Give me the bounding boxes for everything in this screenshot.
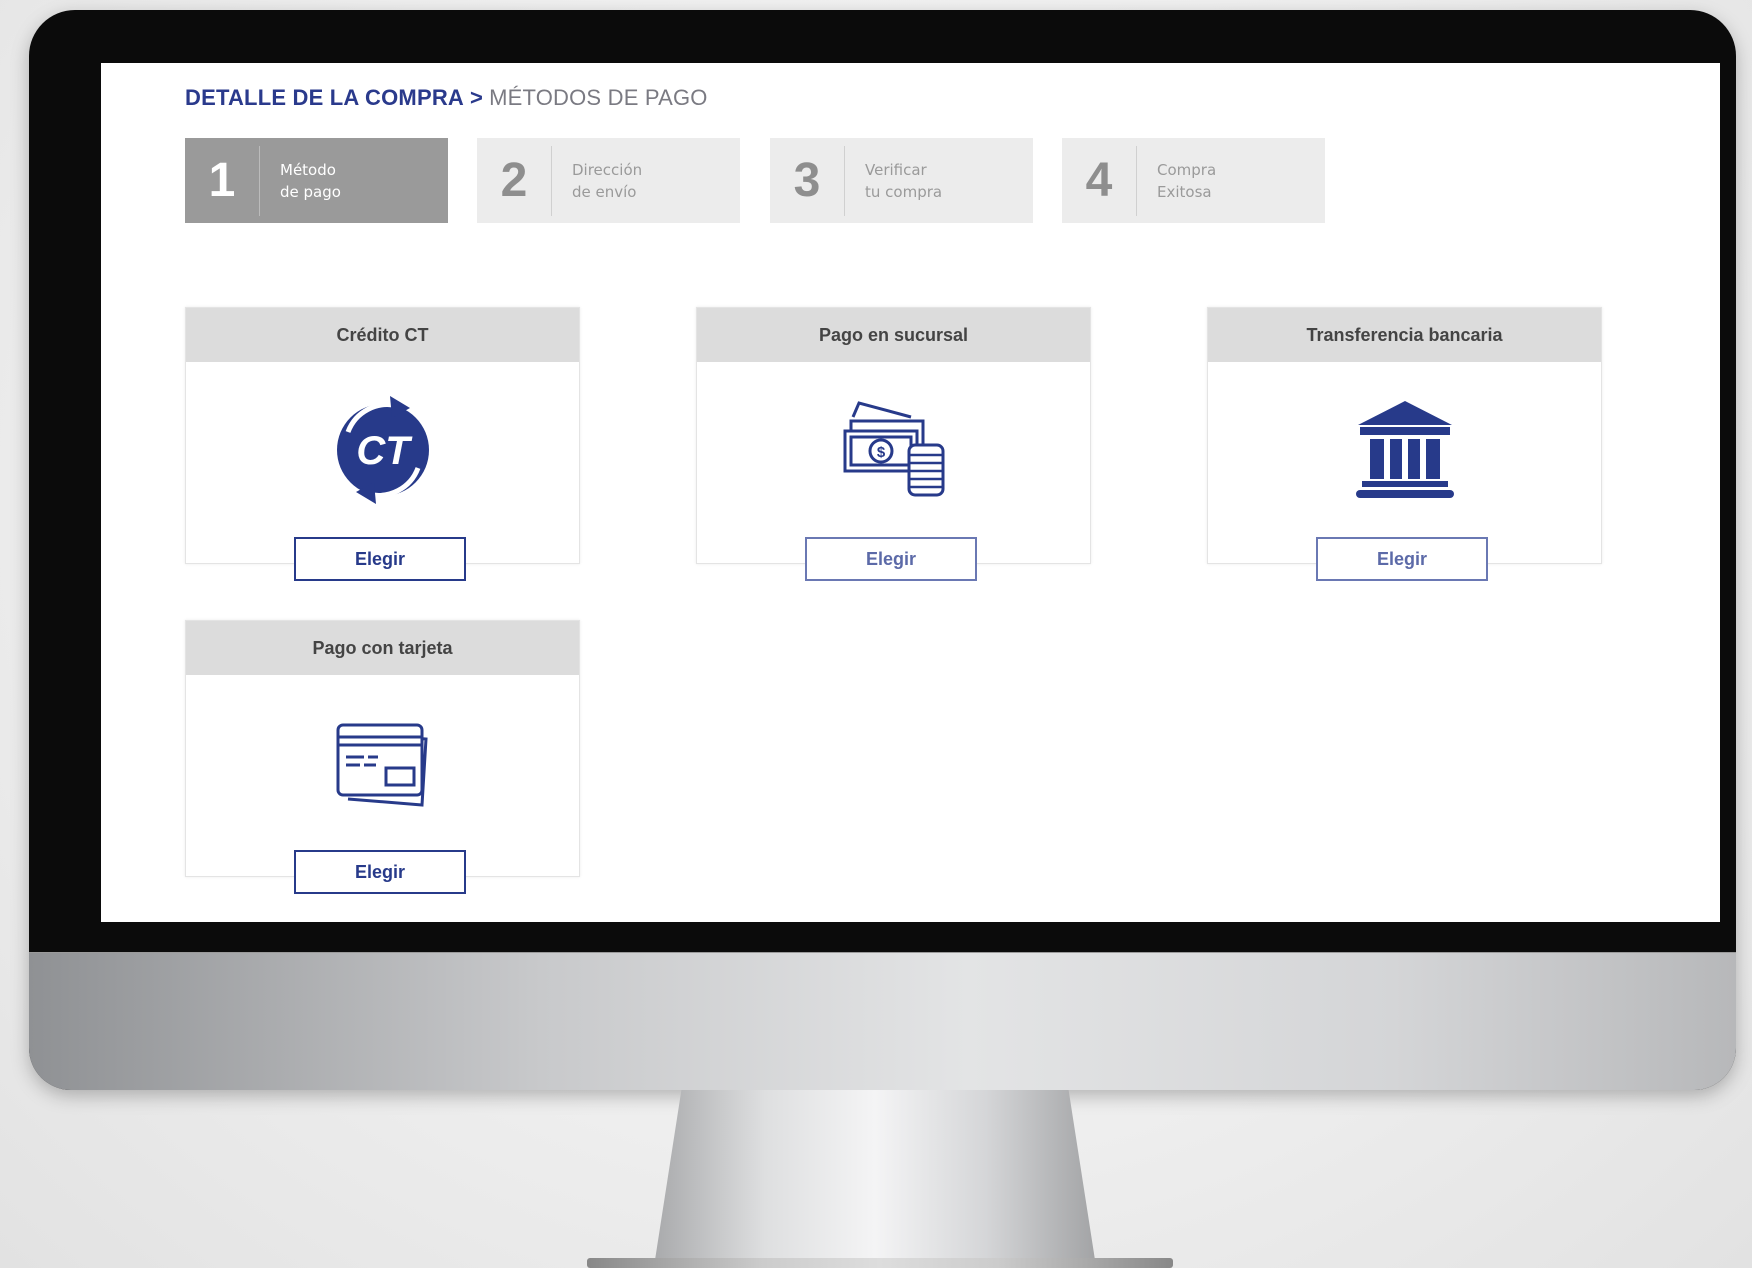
step-label-line2: Exitosa — [1157, 182, 1212, 201]
svg-text:$: $ — [876, 444, 885, 461]
ct-logo-icon: CT — [186, 392, 579, 507]
screen: DETALLE DE LA COMPRA > MÉTODOS DE PAGO 1 M… — [101, 63, 1720, 922]
credit-card-icon — [186, 705, 579, 820]
payment-card-tarjeta: Pago con tarjeta Elegir — [185, 620, 580, 894]
step-number: 3 — [770, 145, 845, 216]
bank-icon — [1208, 392, 1601, 507]
monitor-frame: DETALLE DE LA COMPRA > MÉTODOS DE PAGO 1 M… — [29, 10, 1736, 1090]
step-purchase-success[interactable]: 4 Compra Exitosa — [1062, 138, 1325, 223]
choose-button-tarjeta[interactable]: Elegir — [294, 850, 466, 894]
card-title: Pago con tarjeta — [186, 621, 579, 675]
choose-button-pago-sucursal[interactable]: Elegir — [805, 537, 977, 581]
step-label-line1: Método — [280, 160, 336, 179]
step-payment-method[interactable]: 1 Método de pago — [185, 138, 448, 223]
card-title: Pago en sucursal — [697, 308, 1090, 362]
card-title: Crédito CT — [186, 308, 579, 362]
monitor-base — [587, 1258, 1173, 1268]
payment-card-transferencia: Transferencia bancaria Elegir — [1207, 307, 1602, 581]
step-shipping-address[interactable]: 2 Dirección de envío — [477, 138, 740, 223]
step-label-line2: de envío — [572, 182, 637, 201]
ct-logo-text: CT — [356, 429, 413, 473]
breadcrumb-current: MÉTODOS DE PAGO — [489, 85, 708, 110]
step-label-line1: Compra — [1157, 160, 1217, 179]
monitor-stand — [655, 1090, 1095, 1260]
payment-card-pago-sucursal: Pago en sucursal $ Elegir — [696, 307, 1091, 581]
step-number: 1 — [185, 145, 260, 216]
step-label: Verificar tu compra — [845, 159, 1025, 203]
step-label-line1: Verificar — [865, 160, 927, 179]
step-label: Compra Exitosa — [1137, 159, 1317, 203]
choose-button-transferencia[interactable]: Elegir — [1316, 537, 1488, 581]
choose-button-credito-ct[interactable]: Elegir — [294, 537, 466, 581]
payment-card-credito-ct: Crédito CT CT Elegir — [185, 307, 580, 581]
breadcrumb: DETALLE DE LA COMPRA > MÉTODOS DE PAGO — [185, 85, 708, 111]
breadcrumb-separator: > — [470, 85, 484, 110]
cash-coins-icon: $ — [697, 392, 1090, 507]
step-number: 4 — [1062, 145, 1137, 216]
step-label-line2: tu compra — [865, 182, 943, 201]
breadcrumb-detail-link[interactable]: DETALLE DE LA COMPRA — [185, 85, 464, 110]
step-label: Método de pago — [260, 159, 440, 203]
monitor-chin — [29, 952, 1736, 1090]
step-verify-purchase[interactable]: 3 Verificar tu compra — [770, 138, 1033, 223]
checkout-steps: 1 Método de pago 2 Dirección de envío 3 … — [185, 138, 1385, 223]
card-title: Transferencia bancaria — [1208, 308, 1601, 362]
step-label: Dirección de envío — [552, 159, 732, 203]
step-label-line2: de pago — [280, 182, 341, 201]
step-number: 2 — [477, 145, 552, 216]
step-label-line1: Dirección — [572, 160, 643, 179]
